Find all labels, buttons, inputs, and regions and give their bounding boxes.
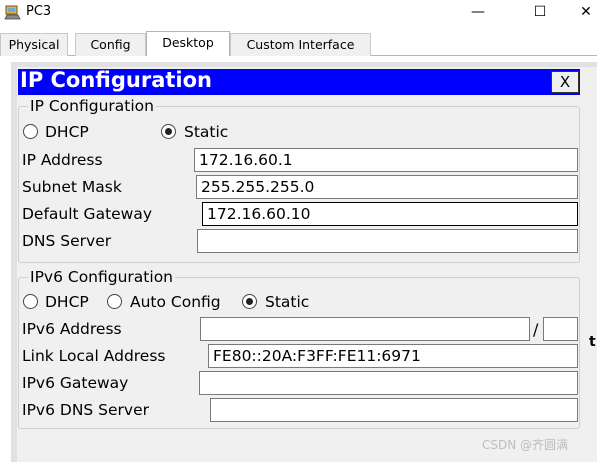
default-gateway-label: Default Gateway — [22, 205, 153, 223]
ipv4-group-label: IP Configuration — [28, 97, 156, 115]
ipv6-gateway-field[interactable] — [199, 371, 578, 395]
ipv6-address-field[interactable] — [200, 317, 530, 341]
ipv6-static-radio[interactable] — [242, 294, 257, 309]
link-local-label: Link Local Address — [22, 347, 166, 365]
ipv6-auto-config-label[interactable]: Auto Config — [130, 293, 221, 311]
dns-server-field[interactable] — [197, 229, 578, 253]
tab-desktop[interactable]: Desktop — [146, 31, 230, 57]
ipv6-dns-server-label: IPv6 DNS Server — [22, 401, 150, 419]
pc-icon — [4, 5, 21, 20]
ipv4-dhcp-label[interactable]: DHCP — [45, 123, 89, 141]
ipv6-static-label[interactable]: Static — [265, 293, 309, 311]
ipv4-static-radio[interactable] — [161, 124, 176, 139]
watermark-text: CSDN @齐圆满 — [482, 438, 569, 452]
maximize-button[interactable]: ☐ — [520, 0, 560, 26]
dialog-title: IP Configuration — [20, 68, 212, 92]
close-window-button[interactable]: ✕ — [566, 0, 597, 26]
subnet-mask-field[interactable]: 255.255.255.0 — [196, 175, 578, 199]
tab-config[interactable]: Config — [75, 33, 146, 56]
subnet-mask-label: Subnet Mask — [22, 178, 122, 196]
dialog-close-button[interactable]: X — [551, 71, 579, 93]
minimize-button[interactable]: — — [458, 0, 498, 26]
tab-strip: Physical Config Desktop Custom Interface — [0, 31, 597, 57]
window-titlebar: PC3 — ☐ ✕ — [0, 0, 597, 26]
ipv6-address-label: IPv6 Address — [22, 320, 122, 338]
link-local-field[interactable]: FE80::20A:F3FF:FE11:6971 — [208, 344, 578, 368]
ipv6-dhcp-label[interactable]: DHCP — [45, 293, 89, 311]
dns-server-label: DNS Server — [22, 232, 112, 250]
window-title: PC3 — [26, 4, 52, 19]
ipv4-dhcp-radio[interactable] — [23, 124, 38, 139]
tab-custom-interface[interactable]: Custom Interface — [230, 33, 371, 56]
default-gateway-field[interactable]: 172.16.60.10 — [202, 202, 578, 226]
ipv6-group-label: IPv6 Configuration — [28, 268, 175, 286]
ip-address-field[interactable]: 172.16.60.1 — [194, 148, 578, 172]
tab-physical[interactable]: Physical — [0, 33, 68, 56]
ipv6-prefix-field[interactable] — [543, 317, 578, 341]
ipv4-static-label[interactable]: Static — [184, 123, 228, 141]
prefix-separator: / — [533, 320, 539, 339]
ipv6-dns-server-field[interactable] — [210, 398, 578, 422]
ipv6-gateway-label: IPv6 Gateway — [22, 374, 129, 392]
ipv6-dhcp-radio[interactable] — [23, 294, 38, 309]
ip-address-label: IP Address — [22, 151, 103, 169]
edge-text: t — [589, 334, 596, 350]
ipv6-auto-config-radio[interactable] — [107, 294, 122, 309]
